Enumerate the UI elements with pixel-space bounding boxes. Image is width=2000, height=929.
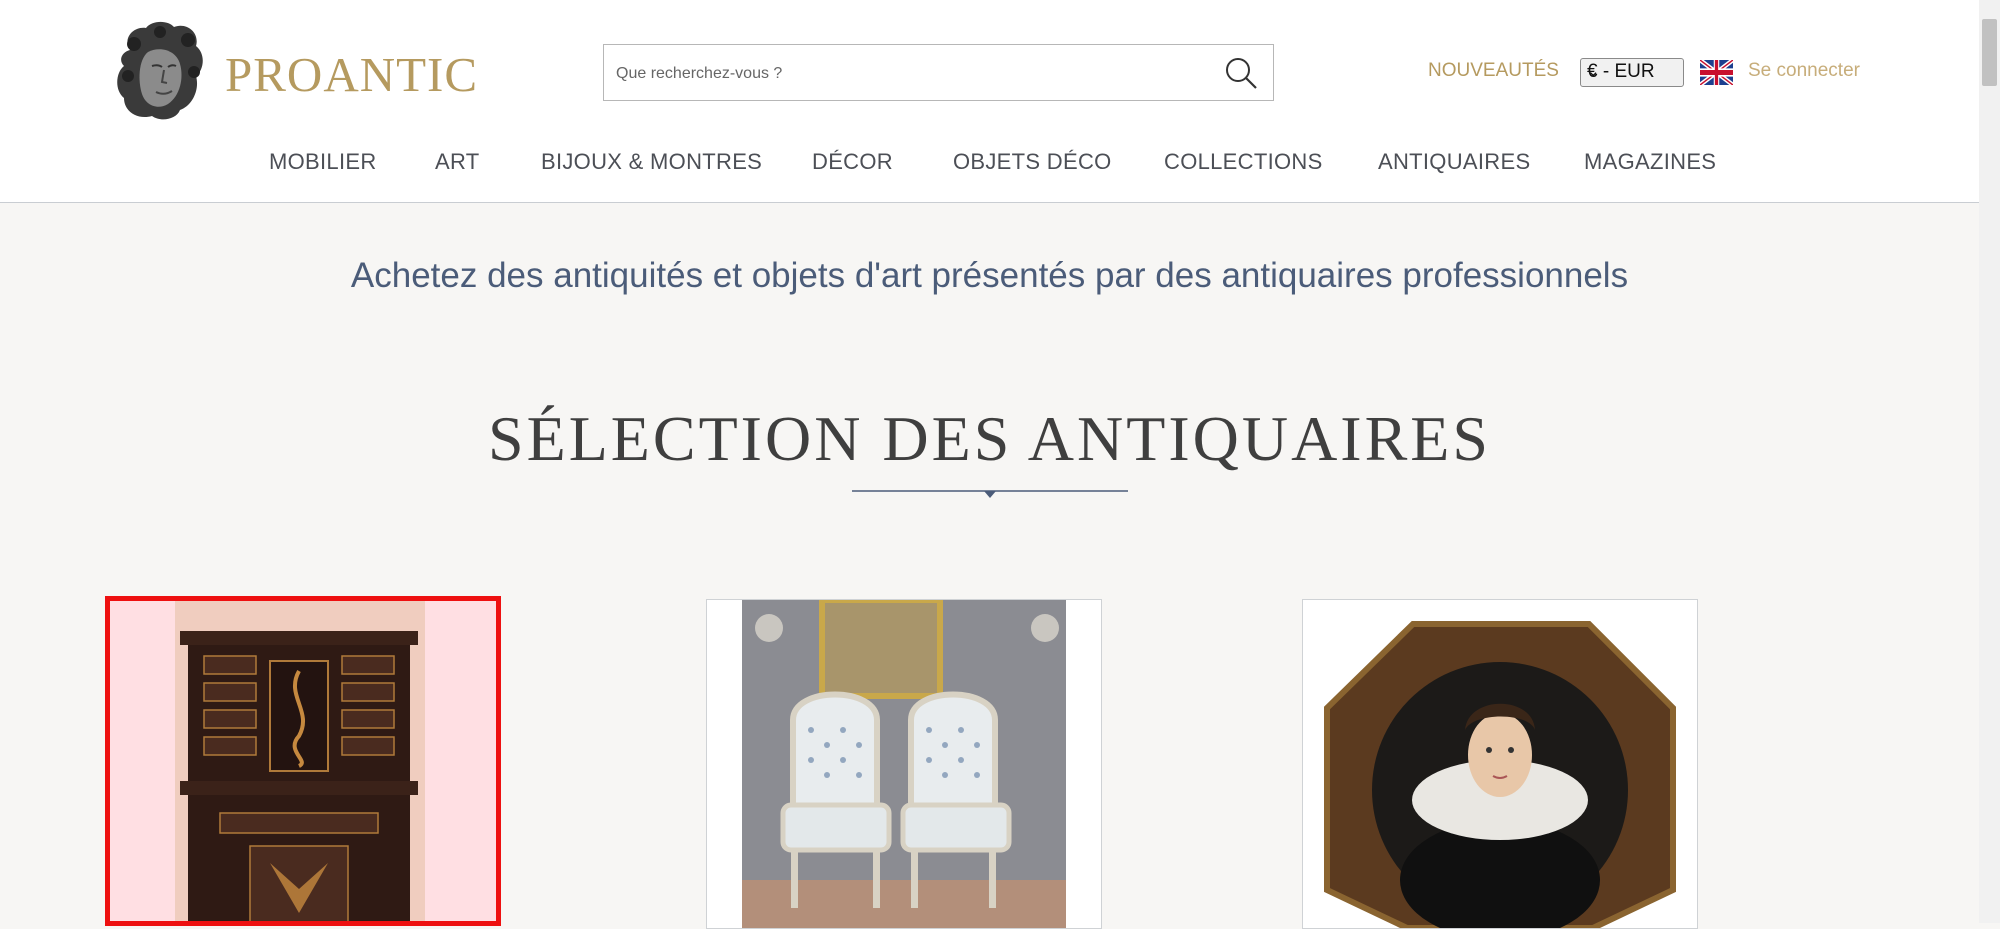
section-title: SÉLECTION DES ANTIQUAIRES [488, 403, 1491, 474]
tagline: Achetez des antiquités et objets d'art p… [350, 256, 1629, 295]
nav-decor[interactable]: DÉCOR [812, 149, 893, 175]
search-input[interactable] [614, 45, 1198, 102]
title-divider [852, 490, 1128, 498]
nav-magazines[interactable]: MAGAZINES [1584, 149, 1716, 175]
nav-bijoux-montres[interactable]: BIJOUX & MONTRES [541, 149, 762, 175]
site-logo[interactable]: PROANTIC [225, 46, 478, 103]
cabinet-image [110, 601, 496, 921]
product-card-chairs[interactable] [706, 599, 1102, 929]
site-header: PROANTIC NOUVEAUTÉS € - EUR ⌄ Se connect… [0, 0, 1979, 203]
product-card-cabinet[interactable] [105, 596, 501, 926]
scrollbar-thumb[interactable] [1982, 19, 1997, 86]
chairs-image [707, 600, 1101, 928]
chevron-down-icon: ⌄ [1587, 63, 1600, 80]
product-card-portrait[interactable] [1302, 599, 1698, 929]
nav-art[interactable]: ART [435, 149, 480, 175]
search-icon[interactable] [1223, 55, 1259, 91]
vertical-scrollbar[interactable] [1979, 0, 2000, 923]
portrait-image [1303, 600, 1697, 928]
nouveautes-link[interactable]: NOUVEAUTÉS [1428, 60, 1559, 82]
currency-select[interactable]: € - EUR ⌄ [1580, 58, 1684, 87]
uk-flag-icon[interactable] [1700, 60, 1733, 85]
logo-head-icon[interactable] [112, 20, 208, 122]
signin-link[interactable]: Se connecter [1748, 60, 1860, 82]
nav-objets-deco[interactable]: OBJETS DÉCO [953, 149, 1112, 175]
nav-mobilier[interactable]: MOBILIER [269, 149, 377, 175]
nav-antiquaires[interactable]: ANTIQUAIRES [1378, 149, 1530, 175]
search-bar [603, 44, 1274, 102]
nav-collections[interactable]: COLLECTIONS [1164, 149, 1323, 175]
